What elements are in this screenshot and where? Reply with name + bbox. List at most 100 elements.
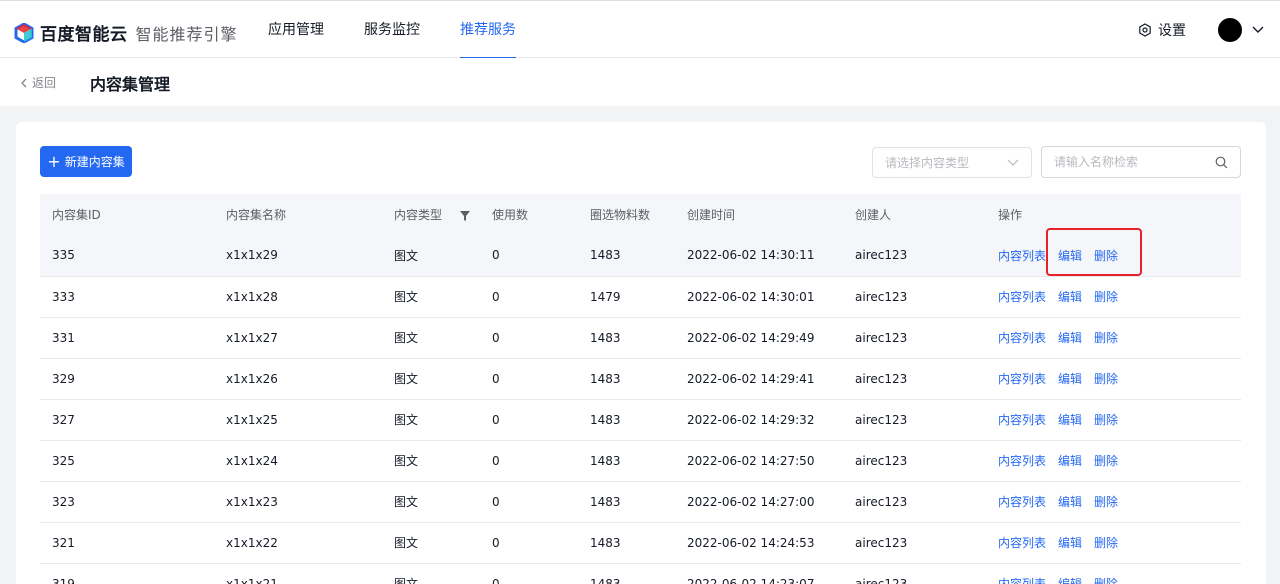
cell-name: x1x1x26 xyxy=(214,358,382,400)
cell-created: 2022-06-02 14:29:32 xyxy=(675,399,843,441)
content-list-link[interactable]: 内容列表 xyxy=(998,454,1046,468)
table-row[interactable]: 327 x1x1x25 图文 0 1483 2022-06-02 14:29:32 aire… xyxy=(40,399,1241,441)
content-list-link[interactable]: 内容列表 xyxy=(998,290,1046,304)
cell-name: x1x1x23 xyxy=(214,481,382,523)
logo[interactable]: 百度智能云 智能推荐引擎 xyxy=(14,20,238,45)
table-row[interactable]: 321 x1x1x22 图文 0 1483 2022-06-02 14:24:53 aire… xyxy=(40,522,1241,564)
edit-link[interactable]: 编辑 xyxy=(1058,413,1082,427)
cell-actions: 内容列表 编辑 删除 xyxy=(986,399,1241,441)
content-type-select[interactable]: 请选择内容类型 xyxy=(872,147,1032,178)
nav-item-service-monitoring[interactable]: 服务监控 xyxy=(344,1,440,59)
edit-link[interactable]: 编辑 xyxy=(1058,454,1082,468)
cell-id: 335 xyxy=(40,235,214,277)
cell-creator: airec123 xyxy=(843,358,986,400)
table-row[interactable]: 335 x1x1x29 图文 0 1483 2022-06-02 14:30:11 aire… xyxy=(40,235,1241,277)
delete-link[interactable]: 删除 xyxy=(1094,454,1118,468)
cell-creator: airec123 xyxy=(843,235,986,277)
column-header-materials: 圈选物料数 xyxy=(578,194,675,235)
delete-link[interactable]: 删除 xyxy=(1094,495,1118,509)
delete-link[interactable]: 删除 xyxy=(1094,331,1118,345)
cell-type: 图文 xyxy=(382,399,480,441)
cell-uses: 0 xyxy=(480,276,578,318)
cell-creator: airec123 xyxy=(843,317,986,359)
cell-actions: 内容列表 编辑 删除 xyxy=(986,358,1241,400)
delete-link[interactable]: 删除 xyxy=(1094,577,1118,584)
edit-link[interactable]: 编辑 xyxy=(1058,331,1082,345)
product-name: 智能推荐引擎 xyxy=(135,24,238,44)
column-header-name: 内容集名称 xyxy=(214,194,382,235)
table-row[interactable]: 325 x1x1x24 图文 0 1483 2022-06-02 14:27:50 aire… xyxy=(40,440,1241,482)
table-row[interactable]: 329 x1x1x26 图文 0 1483 2022-06-02 14:29:41 aire… xyxy=(40,358,1241,400)
delete-link[interactable]: 删除 xyxy=(1094,290,1118,304)
gear-icon xyxy=(1139,23,1151,37)
delete-link[interactable]: 删除 xyxy=(1094,249,1118,263)
avatar[interactable] xyxy=(1218,18,1242,42)
edit-link[interactable]: 编辑 xyxy=(1058,290,1082,304)
table-header-row: 内容集ID 内容集名称 内容类型 使用数 圈选物料数 创建时间 创建人 操作 xyxy=(40,194,1241,235)
cell-actions: 内容列表 编辑 删除 xyxy=(986,317,1241,359)
delete-link[interactable]: 删除 xyxy=(1094,536,1118,550)
cell-type: 图文 xyxy=(382,317,480,359)
cell-type: 图文 xyxy=(382,276,480,318)
cell-creator: airec123 xyxy=(843,440,986,482)
content-list-link[interactable]: 内容列表 xyxy=(998,536,1046,550)
cell-type: 图文 xyxy=(382,440,480,482)
edit-link[interactable]: 编辑 xyxy=(1058,372,1082,386)
cell-created: 2022-06-02 14:27:00 xyxy=(675,481,843,523)
cell-materials: 1483 xyxy=(578,317,675,359)
cell-id: 323 xyxy=(40,481,214,523)
page-header: 返回 内容集管理 xyxy=(0,58,1280,106)
plus-icon: + xyxy=(47,151,61,171)
cell-type: 图文 xyxy=(382,481,480,523)
cell-created: 2022-06-02 14:30:01 xyxy=(675,276,843,318)
edit-link[interactable]: 编辑 xyxy=(1058,536,1082,550)
chevron-left-icon xyxy=(21,78,27,87)
cell-created: 2022-06-02 14:27:50 xyxy=(675,440,843,482)
content-list-link[interactable]: 内容列表 xyxy=(998,577,1046,584)
settings-label: 设置 xyxy=(1158,23,1186,39)
table-row[interactable]: 333 x1x1x28 图文 0 1479 2022-06-02 14:30:01 aire… xyxy=(40,276,1241,318)
new-content-set-button[interactable]: + 新建内容集 xyxy=(40,146,132,177)
delete-link[interactable]: 删除 xyxy=(1094,413,1118,427)
search-box xyxy=(1041,146,1241,178)
search-input[interactable] xyxy=(1054,155,1204,169)
chevron-down-icon xyxy=(1007,159,1019,166)
back-button[interactable]: 返回 xyxy=(20,74,56,91)
chevron-down-icon[interactable] xyxy=(1252,26,1264,34)
content-list-link[interactable]: 内容列表 xyxy=(998,249,1046,263)
cell-type: 图文 xyxy=(382,235,480,277)
content-list-link[interactable]: 内容列表 xyxy=(998,495,1046,509)
cell-created: 2022-06-02 14:29:49 xyxy=(675,317,843,359)
table-row[interactable]: 331 x1x1x27 图文 0 1483 2022-06-02 14:29:49 aire… xyxy=(40,317,1241,359)
brand-name: 百度智能云 xyxy=(40,25,128,45)
cell-uses: 0 xyxy=(480,317,578,359)
column-header-type-label: 内容类型 xyxy=(394,208,443,222)
edit-link[interactable]: 编辑 xyxy=(1058,577,1082,584)
nav-item-recommendation-service[interactable]: 推荐服务 xyxy=(440,1,536,59)
cell-creator: airec123 xyxy=(843,522,986,564)
content-list-link[interactable]: 内容列表 xyxy=(998,372,1046,386)
content-list-link[interactable]: 内容列表 xyxy=(998,331,1046,345)
main-nav: 应用管理 服务监控 推荐服务 xyxy=(248,1,536,59)
nav-item-app-management[interactable]: 应用管理 xyxy=(248,1,344,59)
cell-actions: 内容列表 编辑 删除 xyxy=(986,563,1241,584)
filter-icon[interactable] xyxy=(459,210,470,221)
cell-id: 325 xyxy=(40,440,214,482)
settings-button[interactable]: 设置 xyxy=(1138,20,1186,40)
table-row[interactable]: 319 x1x1x21 图文 0 1483 2022-06-02 14:23:07 aire… xyxy=(40,563,1241,584)
content-type-placeholder: 请选择内容类型 xyxy=(885,156,970,170)
search-icon[interactable] xyxy=(1215,156,1228,169)
cell-creator: airec123 xyxy=(843,563,986,584)
cell-uses: 0 xyxy=(480,358,578,400)
edit-link[interactable]: 编辑 xyxy=(1058,495,1082,509)
edit-link[interactable]: 编辑 xyxy=(1058,249,1082,263)
delete-link[interactable]: 删除 xyxy=(1094,372,1118,386)
content-list-link[interactable]: 内容列表 xyxy=(998,413,1046,427)
cell-created: 2022-06-02 14:30:11 xyxy=(675,235,843,277)
cell-created: 2022-06-02 14:29:41 xyxy=(675,358,843,400)
cell-materials: 1483 xyxy=(578,399,675,441)
new-content-set-label: 新建内容集 xyxy=(64,155,125,169)
table-row[interactable]: 323 x1x1x23 图文 0 1483 2022-06-02 14:27:00 aire… xyxy=(40,481,1241,523)
cell-actions: 内容列表 编辑 删除 xyxy=(986,276,1241,318)
cell-actions: 内容列表 编辑 删除 xyxy=(986,522,1241,564)
